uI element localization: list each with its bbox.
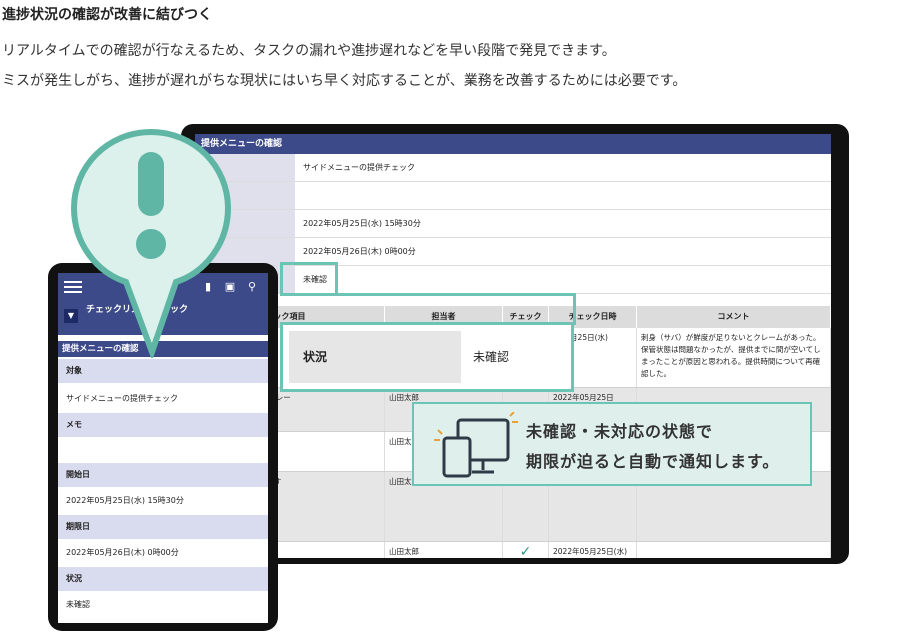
field-value: サイドメニューの提供チェック — [303, 163, 415, 172]
cell-check[interactable]: ✓ — [503, 542, 549, 558]
callout-connector — [336, 293, 576, 325]
field-value: 2022年05月25日(水) 15時30分 — [303, 219, 421, 228]
phone-field-value: サイドメニューの提供チェック — [66, 394, 178, 403]
phone-field-label: 期限日 — [58, 515, 268, 539]
notification-line-2: 期限が迫ると自動で通知します。 — [526, 452, 780, 471]
desktop-field-row — [195, 182, 831, 210]
cell-comment: 刺身（サバ）が鮮度が足りないとクレームがあった。保管状態は問題なかったが、提供ま… — [637, 328, 831, 387]
phone-field-label: 状況 — [58, 567, 268, 591]
phone-field-label: 対象 — [58, 359, 268, 383]
search-icon[interactable]: ⚲ — [242, 277, 262, 297]
desktop-title: 提供メニューの確認 — [195, 134, 831, 154]
notification-line-1: 未確認・未対応の状態で — [526, 422, 714, 441]
cell-date: 2022年05月25日(水) — [549, 542, 637, 558]
phone-field-value: 2022年05月25日(水) 15時30分 — [66, 496, 184, 505]
status-callout: 状況 未確認 — [280, 322, 574, 392]
phone-field-label: メモ — [58, 413, 268, 437]
col-comment: コメント — [637, 306, 831, 328]
page: 進捗状況の確認が改善に結びつく リアルタイムでの確認が行なえるため、タスクの漏れ… — [0, 0, 916, 634]
paragraph-2: ミスが発生しがち、進捗が遅れがちな現状にはいち早く対応することが、業務を改善する… — [2, 73, 687, 89]
cell-comment — [637, 542, 831, 558]
paragraph-1: リアルタイムでの確認が行なえるため、タスクの漏れや進捗遅れなどを早い段階で発見で… — [2, 43, 616, 59]
notification-box: 未確認・未対応の状態で 期限が迫ると自動で通知します。 — [412, 402, 812, 486]
section-heading: 進捗状況の確認が改善に結びつく — [2, 7, 212, 23]
devices-icon — [434, 412, 518, 478]
field-value: 2022年05月26日(木) 0時00分 — [303, 247, 416, 256]
desktop-field-row: サイドメニューの提供チェック — [195, 154, 831, 182]
phone-field-value: 2022年05月26日(木) 0時00分 — [66, 548, 179, 557]
phone-field-label: 開始日 — [58, 463, 268, 487]
cell-person: 山田太郎 — [385, 542, 503, 558]
desktop-field-row: 2022年05月25日(水) 15時30分 — [195, 210, 831, 238]
highlight-box — [280, 262, 338, 296]
table-row[interactable]: 山田太郎 ✓ 2022年05月25日(水) — [195, 542, 831, 558]
alert-bubble-icon — [70, 128, 232, 358]
phone-field-value: 未確認 — [66, 600, 90, 609]
status-label: 状況 — [289, 331, 461, 383]
status-value: 未確認 — [473, 350, 510, 364]
